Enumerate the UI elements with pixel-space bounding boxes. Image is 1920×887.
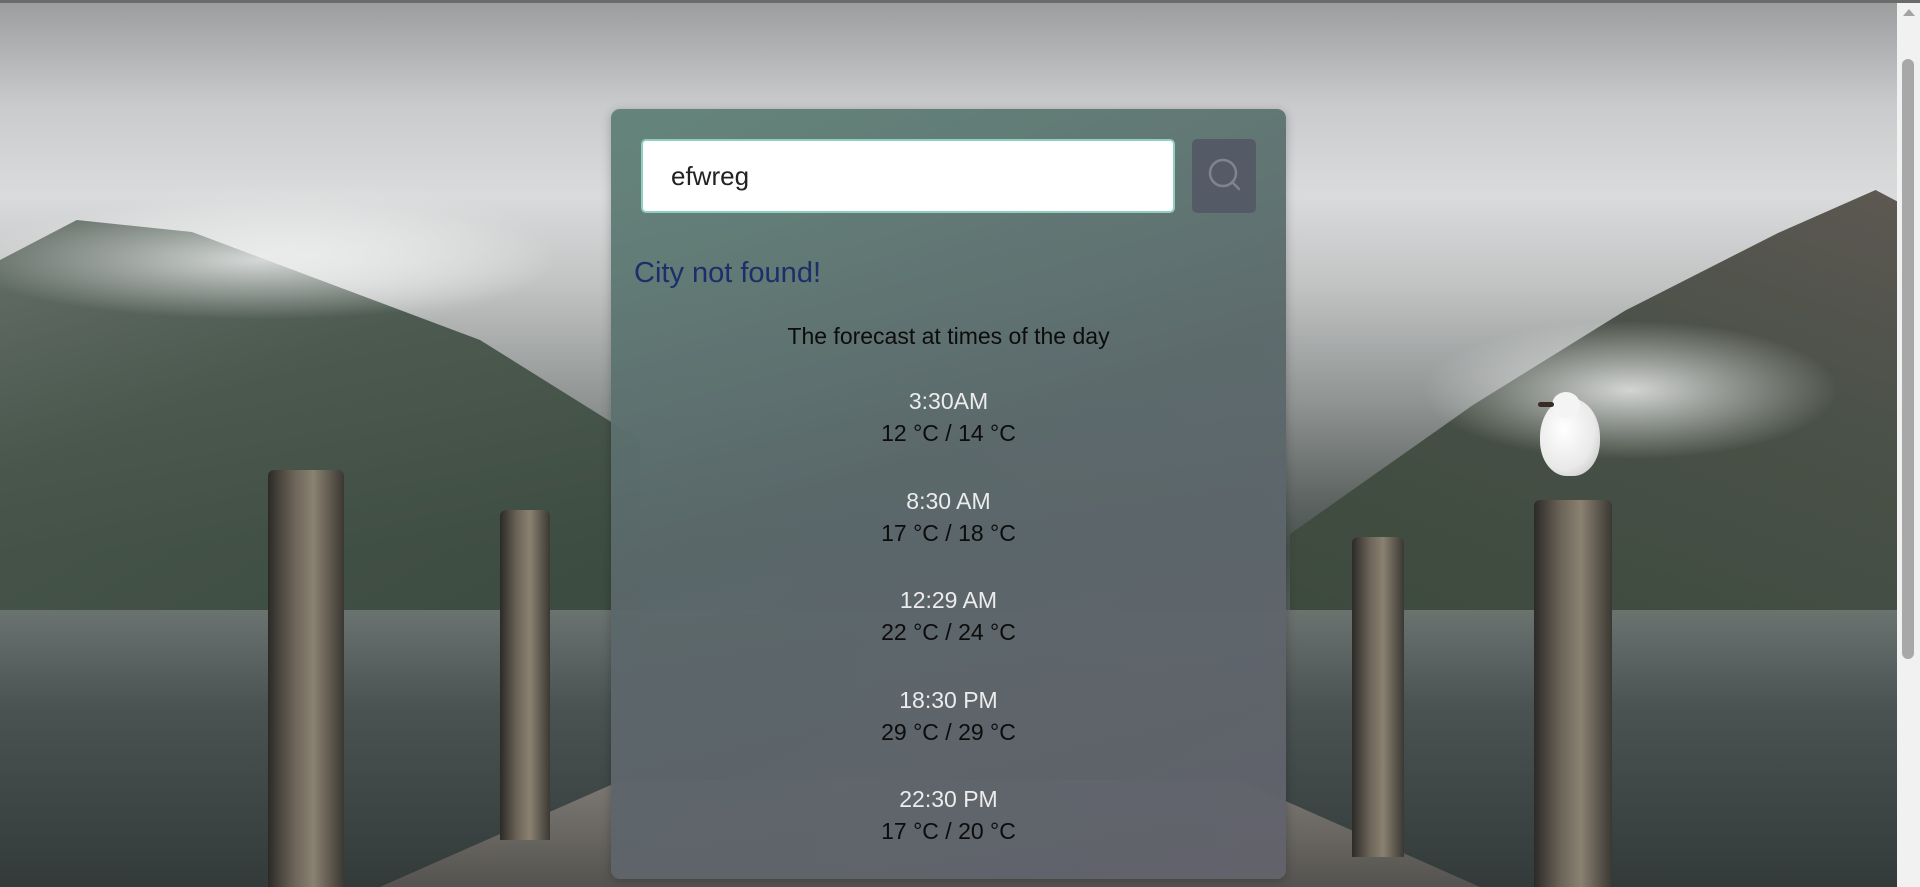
forecast-item: 8:30 AM 17 °C / 18 °C bbox=[611, 485, 1286, 585]
forecast-item: 3:30AM 12 °C / 14 °C bbox=[611, 385, 1286, 485]
window-top-border bbox=[0, 0, 1920, 3]
forecast-item: 18:30 PM 29 °C / 29 °C bbox=[611, 684, 1286, 784]
background-post bbox=[500, 510, 550, 840]
page-scrollbar[interactable] bbox=[1897, 3, 1920, 887]
scroll-up-arrow-icon[interactable] bbox=[1903, 9, 1915, 16]
background-cloud bbox=[1420, 320, 1840, 460]
background-post bbox=[268, 470, 344, 887]
scrollbar-thumb[interactable] bbox=[1902, 59, 1914, 659]
page-viewport: City not found! The forecast at times of… bbox=[0, 0, 1920, 887]
city-search-input[interactable] bbox=[641, 139, 1175, 213]
search-icon bbox=[1208, 158, 1241, 191]
forecast-list: 3:30AM 12 °C / 14 °C 8:30 AM 17 °C / 18 … bbox=[611, 385, 1286, 883]
forecast-time: 12:29 AM bbox=[899, 587, 998, 613]
weather-card: City not found! The forecast at times of… bbox=[611, 109, 1286, 879]
forecast-time: 18:30 PM bbox=[899, 686, 998, 713]
forecast-temperature: 29 °C / 29 °C bbox=[881, 718, 1016, 745]
forecast-temperature: 17 °C / 20 °C bbox=[881, 818, 1016, 844]
forecast-time: 8:30 AM bbox=[906, 487, 991, 514]
background-post bbox=[1534, 500, 1612, 887]
forecast-item: 22:30 PM 17 °C / 20 °C bbox=[611, 783, 1286, 883]
forecast-temperature: 12 °C / 14 °C bbox=[881, 420, 1016, 446]
background-post bbox=[1352, 537, 1404, 857]
forecast-title: The forecast at times of the day bbox=[787, 323, 1110, 349]
search-button[interactable] bbox=[1192, 139, 1256, 213]
forecast-time: 22:30 PM bbox=[899, 786, 998, 812]
forecast-time: 3:30AM bbox=[908, 388, 989, 414]
forecast-item: 12:29 AM 22 °C / 24 °C bbox=[611, 584, 1286, 684]
forecast-temperature: 17 °C / 18 °C bbox=[881, 519, 1016, 546]
seagull-beak bbox=[1538, 402, 1554, 407]
seagull-head bbox=[1552, 392, 1580, 418]
city-not-found-message: City not found! bbox=[634, 257, 821, 289]
forecast-temperature: 22 °C / 24 °C bbox=[881, 619, 1016, 645]
